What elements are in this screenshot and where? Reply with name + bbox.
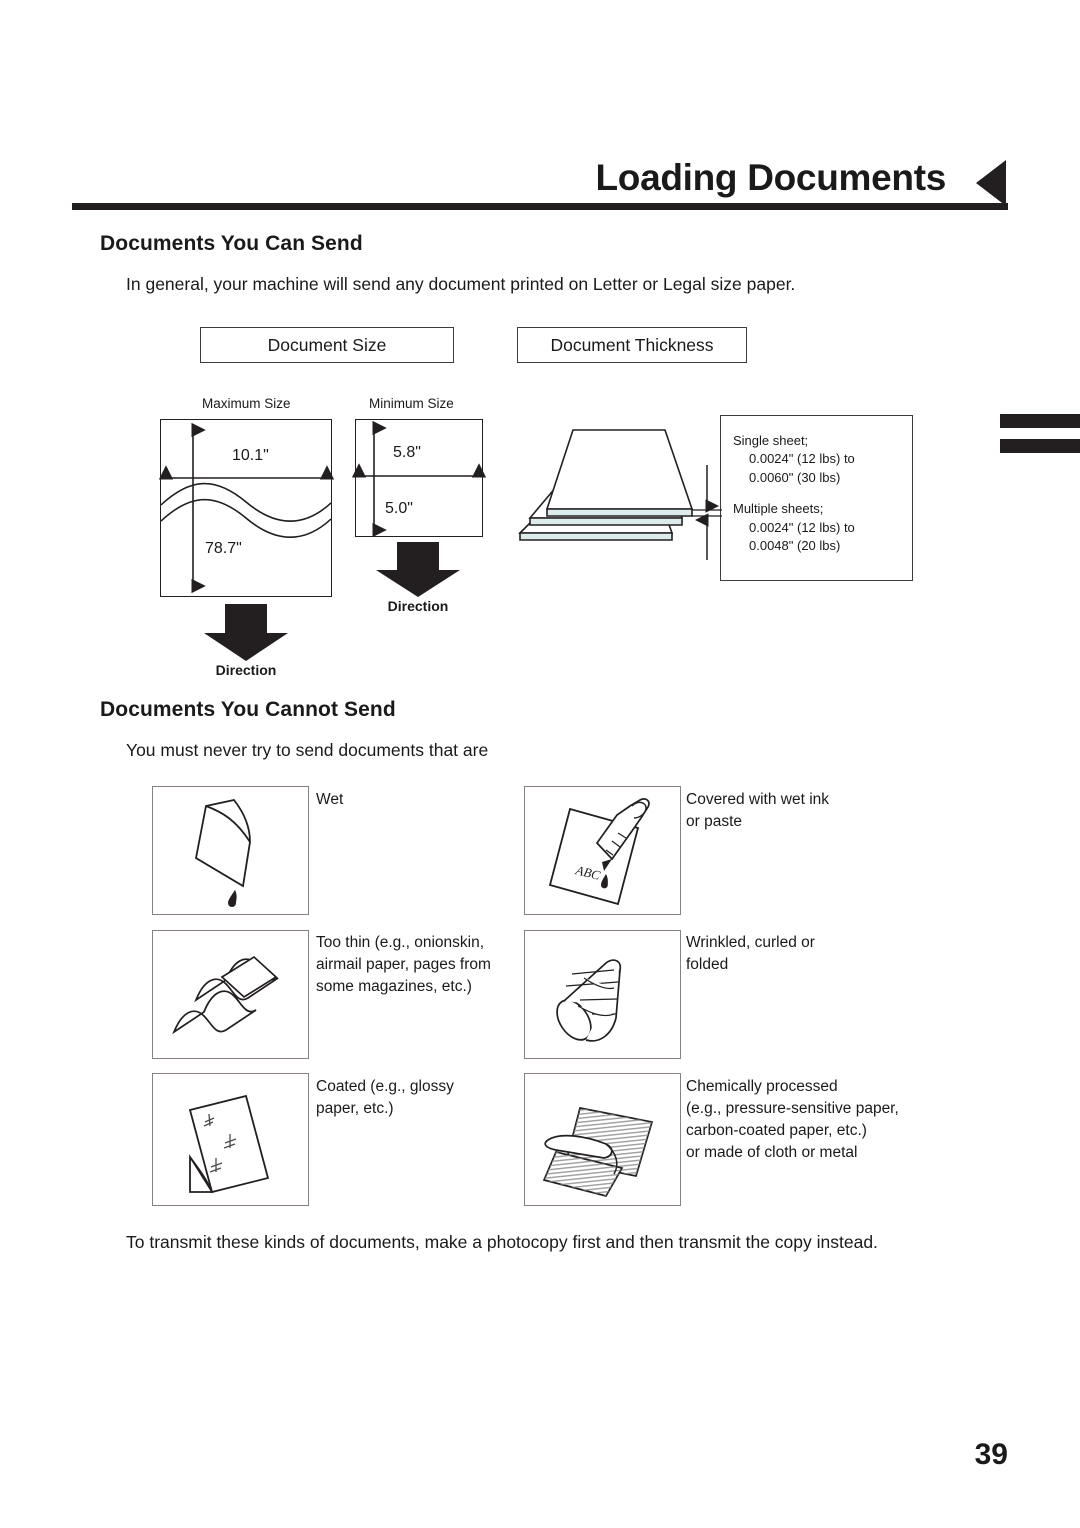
direction-label-minimum: Direction bbox=[387, 598, 449, 614]
page-header: Loading Documents bbox=[72, 150, 1008, 210]
page-title: Loading Documents bbox=[595, 157, 946, 198]
paper-stack-illustration bbox=[518, 429, 722, 560]
illustration-layer: ABC bbox=[158, 420, 722, 1197]
maximum-size-box bbox=[160, 419, 332, 597]
item-label-chemically-processed: Chemically processed (e.g., pressure-sen… bbox=[686, 1078, 899, 1161]
minimum-size-box bbox=[355, 419, 483, 537]
page-number: 39 bbox=[974, 1438, 1008, 1471]
section-heading-can-send: Documents You Can Send bbox=[100, 232, 363, 255]
dimension-maximum-height: 78.7" bbox=[205, 540, 242, 557]
illustration-box-chemically-processed bbox=[524, 1073, 681, 1206]
left-triangle-icon bbox=[976, 160, 1006, 206]
section-heading-cannot-send: Documents You Cannot Send bbox=[100, 698, 396, 721]
thumb-tab-bar bbox=[1000, 414, 1080, 428]
panel-label-document-thickness: Document Thickness bbox=[517, 327, 747, 363]
item-label-too-thin: Too thin (e.g., onionskin, airmail paper… bbox=[316, 934, 491, 995]
item-label-wrinkled: Wrinkled, curled or folded bbox=[686, 934, 815, 973]
intro-text-can-send: In general, your machine will send any d… bbox=[126, 274, 796, 294]
thumb-tab-gap bbox=[1000, 428, 1080, 439]
illustration-box-too-thin bbox=[152, 930, 309, 1059]
illustration-box-coated bbox=[152, 1073, 309, 1206]
multiple-sheets-range-high: 0.0048" (20 lbs) bbox=[749, 538, 841, 554]
panel-label-document-size: Document Size bbox=[200, 327, 454, 363]
closing-text: To transmit these kinds of documents, ma… bbox=[126, 1232, 878, 1252]
multiple-sheets-title: Multiple sheets; bbox=[733, 501, 824, 517]
thumb-index-tab bbox=[1000, 414, 1080, 453]
note-spacer bbox=[733, 487, 902, 500]
illustration-box-wrinkled bbox=[524, 930, 681, 1059]
thickness-specification-box: Single sheet; 0.0024" (12 lbs) to 0.0060… bbox=[720, 415, 913, 581]
item-label-coated: Coated (e.g., glossy paper, etc.) bbox=[316, 1078, 454, 1117]
direction-arrow-maximum-icon bbox=[204, 604, 288, 661]
manual-page: Loading Documents Documents You Can Send… bbox=[0, 0, 1080, 1528]
illustration-box-wet-ink bbox=[524, 786, 681, 915]
item-label-wet-ink: Covered with wet ink or paste bbox=[686, 791, 830, 830]
dimension-minimum-width: 5.8" bbox=[393, 444, 421, 461]
dimension-minimum-height: 5.0" bbox=[385, 500, 413, 517]
direction-label-maximum: Direction bbox=[215, 662, 277, 678]
caption-minimum-size: Minimum Size bbox=[369, 396, 454, 411]
header-divider bbox=[72, 203, 1008, 210]
intro-text-cannot-send: You must never try to send documents tha… bbox=[126, 740, 489, 760]
caption-maximum-size: Maximum Size bbox=[202, 396, 291, 411]
multiple-sheets-range-low: 0.0024" (12 lbs) to bbox=[749, 519, 855, 535]
single-sheet-range-low: 0.0024" (12 lbs) to bbox=[749, 451, 855, 467]
direction-arrow-minimum-icon bbox=[376, 542, 460, 597]
single-sheet-range-high: 0.0060" (30 lbs) bbox=[749, 469, 841, 485]
single-sheet-title: Single sheet; bbox=[733, 433, 809, 448]
illustration-box-wet-paper bbox=[152, 786, 309, 915]
thumb-tab-bar bbox=[1000, 439, 1080, 453]
item-label-wet: Wet bbox=[316, 791, 344, 808]
dimension-maximum-width: 10.1" bbox=[232, 447, 269, 464]
